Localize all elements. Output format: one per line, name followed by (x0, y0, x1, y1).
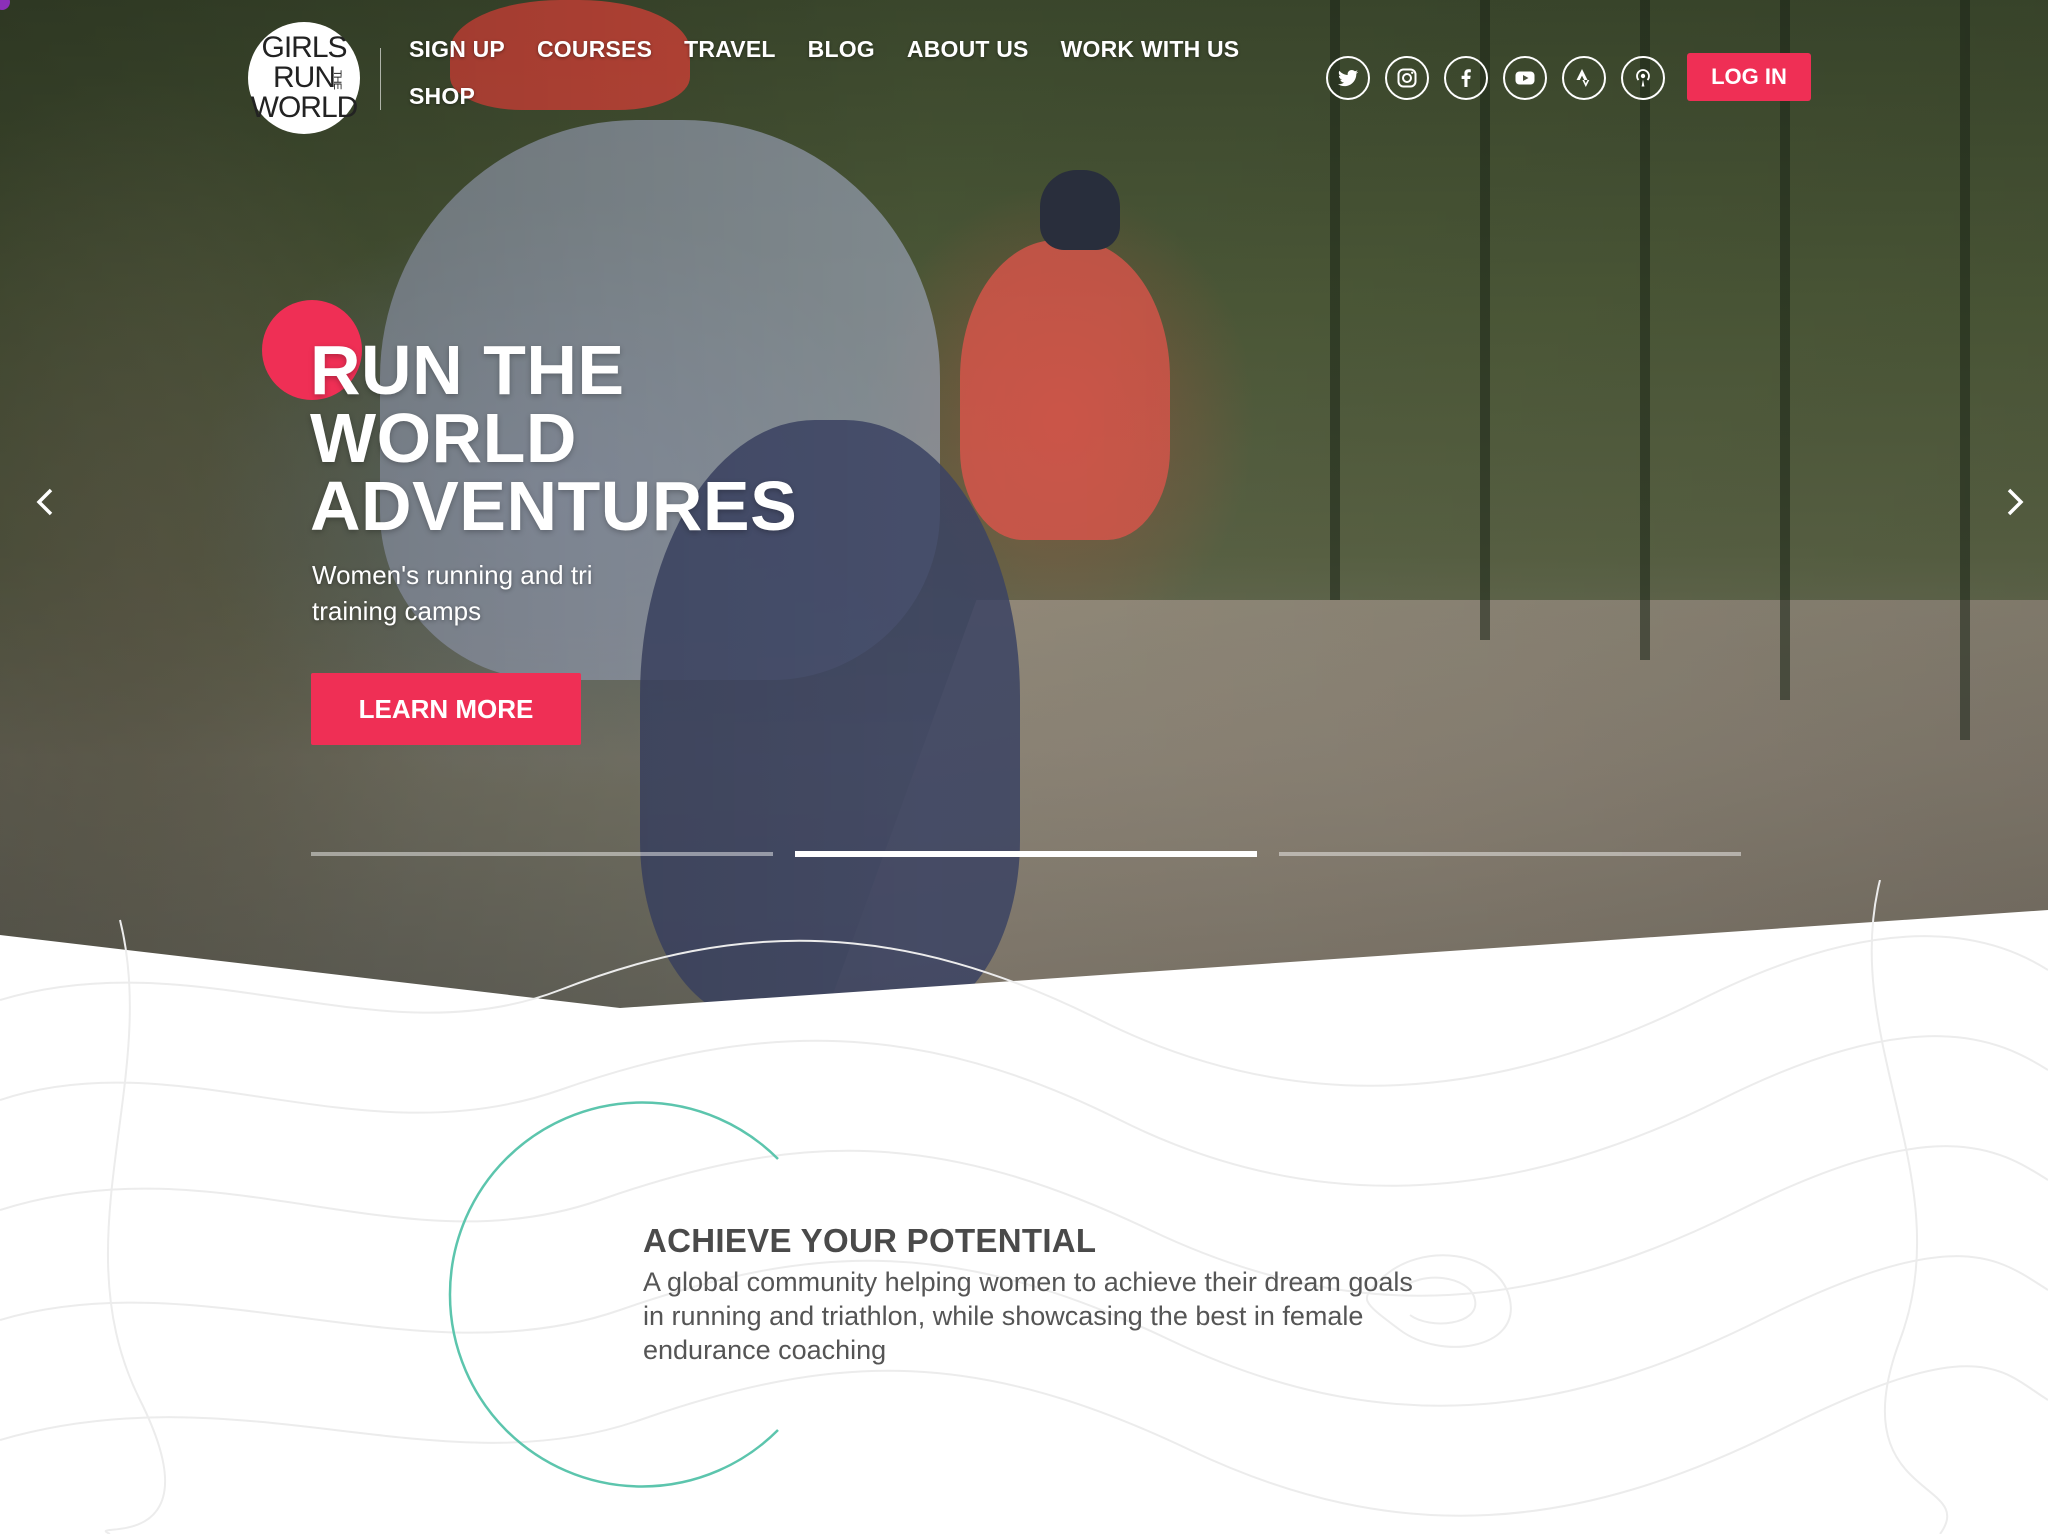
logo[interactable]: GIRLS RUN WORLD THE (248, 22, 360, 134)
nav-sign-up[interactable]: SIGN UP (409, 36, 505, 63)
hero-subtitle: Women's running and tri training camps (312, 560, 593, 626)
nav-blog[interactable]: BLOG (808, 36, 875, 63)
intro-body: A global community helping women to achi… (643, 1267, 1413, 1365)
logo-small-text: THE (331, 70, 343, 89)
social-links (1326, 56, 1665, 100)
nav-travel[interactable]: TRAVEL (684, 36, 776, 63)
header-divider (380, 48, 381, 110)
slide-indicator-2[interactable] (795, 851, 1257, 857)
hero-title: RUN THE WORLD ADVENTURES (310, 331, 798, 545)
main-nav: SIGN UP COURSES TRAVEL BLOG ABOUT US WOR… (409, 36, 1249, 110)
instagram-icon[interactable] (1385, 56, 1429, 100)
twitter-icon[interactable] (1326, 56, 1370, 100)
slide-indicator-1[interactable] (311, 852, 773, 856)
podcast-icon[interactable] (1621, 56, 1665, 100)
logo-line-3: WORLD (250, 91, 359, 124)
login-button[interactable]: LOG IN (1687, 53, 1811, 101)
nav-work-with-us[interactable]: WORK WITH US (1061, 36, 1240, 63)
learn-more-button[interactable]: LEARN MORE (311, 673, 581, 745)
slide-indicator-3[interactable] (1279, 852, 1741, 856)
intro-title: ACHIEVE YOUR POTENTIAL (643, 1222, 1097, 1259)
facebook-icon[interactable] (1444, 56, 1488, 100)
nav-courses[interactable]: COURSES (537, 36, 652, 63)
slide-indicators (311, 851, 1741, 857)
topographic-background (0, 880, 2048, 1534)
nav-shop[interactable]: SHOP (409, 83, 475, 110)
prev-slide-arrow-icon[interactable] (26, 482, 66, 522)
hero-banner (0, 0, 2048, 1010)
nav-about-us[interactable]: ABOUT US (907, 36, 1029, 63)
next-slide-arrow-icon[interactable] (1994, 482, 2034, 522)
youtube-icon[interactable] (1503, 56, 1547, 100)
hero-overlay (0, 0, 2048, 1010)
strava-icon[interactable] (1562, 56, 1606, 100)
logo-line-2: RUN (273, 61, 336, 94)
logo-line-1: GIRLS (261, 31, 347, 64)
